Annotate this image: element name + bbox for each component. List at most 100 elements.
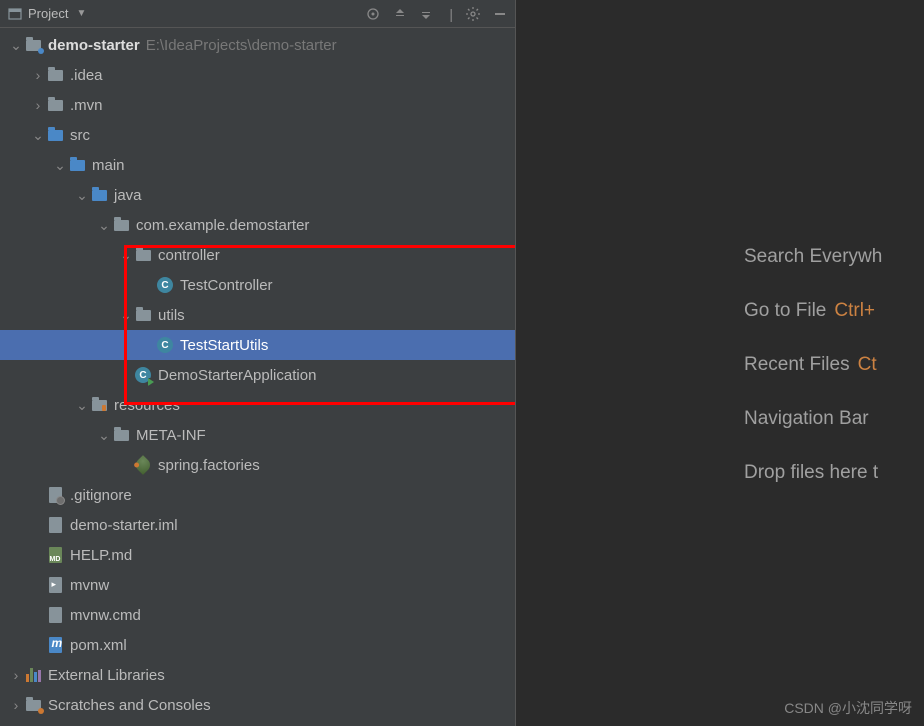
hint-text: Go to File <box>744 300 826 321</box>
class-icon: C <box>156 276 174 294</box>
expand-all-icon[interactable] <box>393 7 407 21</box>
tree-arrow-icon[interactable] <box>96 220 112 230</box>
tree-node-label: com.example.demostarter <box>136 217 309 234</box>
tree-node-mvnw-cmd[interactable]: mvnw.cmd <box>0 600 515 630</box>
tree-arrow-icon[interactable] <box>8 670 24 680</box>
tree-node-label: mvnw.cmd <box>70 607 141 624</box>
tree-node-label: .idea <box>70 67 103 84</box>
tree-node-main[interactable]: main <box>0 150 515 180</box>
hint-text: Recent Files <box>744 354 850 375</box>
project-view-icon <box>8 7 22 21</box>
tree-arrow-icon[interactable] <box>30 100 46 110</box>
tree-node-resources[interactable]: resources <box>0 390 515 420</box>
toolbar-left: Project ▼ <box>8 6 359 21</box>
hint-text: Search Everywh <box>744 246 882 267</box>
hint-line: Search Everywh <box>744 230 924 284</box>
toolbar-right: | <box>365 6 507 22</box>
tree-node-label: main <box>92 157 125 174</box>
tree-node-teststartutils[interactable]: C TestStartUtils <box>0 330 515 360</box>
folder-pkg-icon <box>134 246 152 264</box>
tree-node-label: demo-starter <box>48 37 140 54</box>
folder-pkg-icon <box>112 216 130 234</box>
file-icon <box>46 516 64 534</box>
tree-node-demo-starter-iml[interactable]: demo-starter.iml <box>0 510 515 540</box>
tree-node-demostarterapplication[interactable]: C DemoStarterApplication <box>0 360 515 390</box>
divider: | <box>449 6 453 22</box>
tree-arrow-icon[interactable] <box>8 40 24 50</box>
hint-line: Go to FileCtrl+ <box>744 284 924 338</box>
folder-icon <box>46 66 64 84</box>
folder-blue-icon <box>46 126 64 144</box>
tree-arrow-icon[interactable] <box>118 310 134 320</box>
watermark: CSDN @小沈同学呀 <box>784 698 912 718</box>
tree-node-label: TestController <box>180 277 273 294</box>
tree-arrow-icon[interactable] <box>74 400 90 410</box>
tree-node--gitignore[interactable]: .gitignore <box>0 480 515 510</box>
tree-arrow-icon[interactable] <box>96 430 112 440</box>
folder-orange-icon <box>24 696 42 714</box>
tree-arrow-icon[interactable] <box>74 190 90 200</box>
dropdown-arrow-icon[interactable]: ▼ <box>76 8 86 19</box>
tree-node-utils[interactable]: utils <box>0 300 515 330</box>
tree-node-help-md[interactable]: HELP.md <box>0 540 515 570</box>
file-md-icon <box>46 546 64 564</box>
tree-node-label: spring.factories <box>158 457 260 474</box>
tree-node-pom-xml[interactable]: pom.xml <box>0 630 515 660</box>
tree-node-label: HELP.md <box>70 547 132 564</box>
tree-node--idea[interactable]: .idea <box>0 60 515 90</box>
tree-node-label: External Libraries <box>48 667 165 684</box>
tree-node-testcontroller[interactable]: C TestController <box>0 270 515 300</box>
libs-icon <box>24 666 42 684</box>
project-toolbar-title[interactable]: Project <box>28 6 68 21</box>
project-sidebar: Project ▼ | demo-starter E:\IdeaProjects\… <box>0 0 516 726</box>
tree-arrow-icon[interactable] <box>30 130 46 140</box>
tree-node-java[interactable]: java <box>0 180 515 210</box>
tree-node-label: resources <box>114 397 180 414</box>
file-sh-icon <box>46 576 64 594</box>
leaf-icon <box>134 456 152 474</box>
hint-text: Drop files here t <box>744 462 878 483</box>
tree-node-label: controller <box>158 247 220 264</box>
project-tree[interactable]: demo-starter E:\IdeaProjects\demo-starter… <box>0 28 515 726</box>
file-m-icon <box>46 636 64 654</box>
class-icon: C <box>156 336 174 354</box>
tree-node-com-example-demostarter[interactable]: com.example.demostarter <box>0 210 515 240</box>
tree-node-demo-starter[interactable]: demo-starter E:\IdeaProjects\demo-starter <box>0 30 515 60</box>
tree-node-label: Scratches and Consoles <box>48 697 211 714</box>
collapse-all-icon[interactable] <box>419 7 433 21</box>
tree-node-external-libraries[interactable]: External Libraries <box>0 660 515 690</box>
hint-shortcut: Ct <box>858 354 877 375</box>
tree-node-label: .gitignore <box>70 487 132 504</box>
folder-icon <box>46 96 64 114</box>
tree-node-mvnw[interactable]: mvnw <box>0 570 515 600</box>
git-icon <box>46 486 64 504</box>
navigation-hints: Search Everywh Go to FileCtrl+ Recent File… <box>744 230 924 500</box>
tree-node-spring-factories[interactable]: spring.factories <box>0 450 515 480</box>
tree-node-label: demo-starter.iml <box>70 517 178 534</box>
tree-node-label: utils <box>158 307 185 324</box>
folder-blue-icon <box>90 186 108 204</box>
tree-arrow-icon[interactable] <box>52 160 68 170</box>
tree-node-label: DemoStarterApplication <box>158 367 316 384</box>
tree-node-label: mvnw <box>70 577 109 594</box>
class-run-icon: C <box>134 366 152 384</box>
tree-node-meta-inf[interactable]: META-INF <box>0 420 515 450</box>
tree-arrow-icon[interactable] <box>8 700 24 710</box>
settings-icon[interactable] <box>465 6 481 22</box>
tree-node-path: E:\IdeaProjects\demo-starter <box>146 37 337 54</box>
hide-icon[interactable] <box>493 7 507 21</box>
hint-line: Drop files here t <box>744 446 924 500</box>
tree-node-label: TestStartUtils <box>180 337 268 354</box>
folder-res-icon <box>90 396 108 414</box>
tree-arrow-icon[interactable] <box>118 250 134 260</box>
folder-dot-icon <box>24 36 42 54</box>
target-icon[interactable] <box>365 6 381 22</box>
tree-arrow-icon[interactable] <box>30 70 46 80</box>
tree-node-scratches-and-consoles[interactable]: Scratches and Consoles <box>0 690 515 720</box>
tree-node--mvn[interactable]: .mvn <box>0 90 515 120</box>
file-icon <box>46 606 64 624</box>
tree-node-src[interactable]: src <box>0 120 515 150</box>
folder-icon <box>112 426 130 444</box>
tree-node-controller[interactable]: controller <box>0 240 515 270</box>
hint-line: Navigation Bar <box>744 392 924 446</box>
